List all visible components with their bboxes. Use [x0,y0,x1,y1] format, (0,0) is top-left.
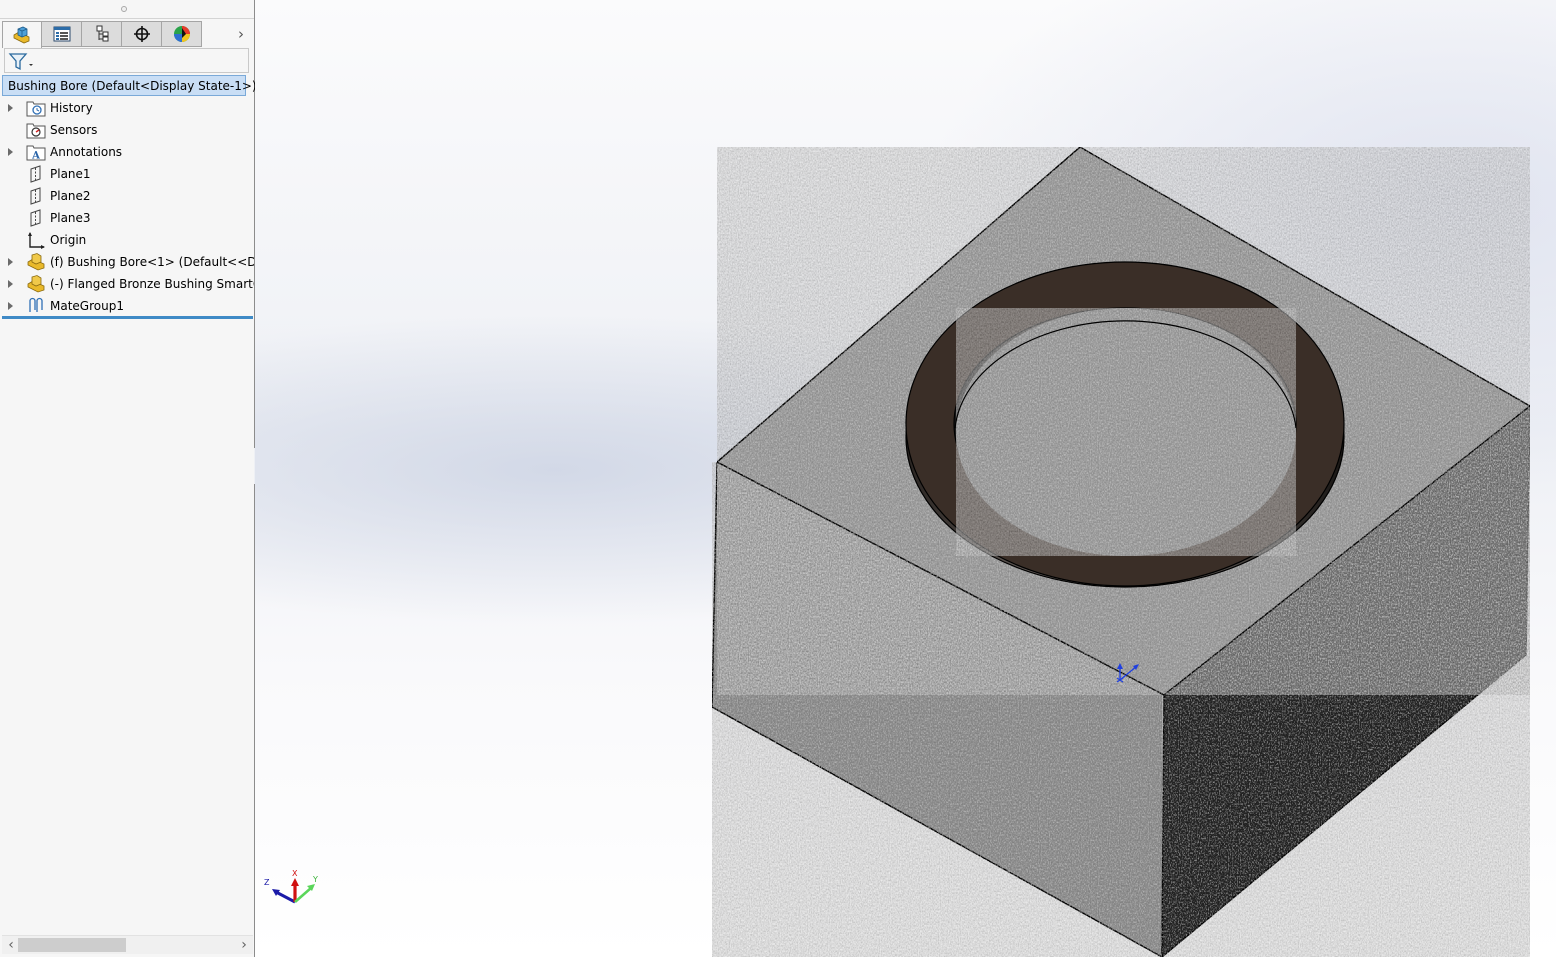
triad-z-label: Z [264,878,270,887]
tree-item-label: (-) Flanged Bronze Bushing SmartCom [50,277,254,291]
mates-icon [29,297,43,312]
tab-feature-manager[interactable] [2,21,42,48]
grip-dot [121,6,127,12]
tree-end-rollback-bar[interactable] [2,316,253,319]
expand-arrow-icon[interactable] [8,280,13,288]
triad-x-label: X [292,869,298,878]
tree-item-label: History [50,101,93,115]
tree-item-label: Plane3 [50,211,91,225]
part-icon [13,26,30,44]
reference-triad[interactable]: Z X Y [262,868,324,906]
more-tabs-chevron-icon[interactable]: › [234,25,248,43]
tree-root-label: Bushing Bore (Default<Display State-1>) [8,78,257,93]
tree-item-label: Annotations [50,145,123,159]
expand-arrow-icon[interactable] [8,258,13,266]
tree-item-plane3[interactable]: Plane3 [0,207,254,229]
expand-arrow-icon[interactable] [8,104,13,112]
tab-display-manager[interactable] [162,21,202,47]
scroll-left-icon[interactable]: ‹ [4,936,18,954]
tree-item-history[interactable]: History [0,97,254,119]
tab-property-manager[interactable] [42,21,82,47]
tab-dimxpert-manager[interactable] [122,21,162,47]
plane-icon [30,209,41,227]
scroll-right-icon[interactable]: › [237,936,251,954]
sensors-folder-icon [26,123,46,139]
svg-text:A: A [31,151,40,162]
scrollbar-thumb[interactable] [18,938,126,952]
plane-icon [30,165,41,183]
origin-icon [28,232,45,249]
expand-arrow-icon[interactable] [8,302,13,310]
tree-item-label: Plane1 [50,167,91,181]
tree-horizontal-scrollbar[interactable]: ‹ › [2,935,253,954]
plane-icon [30,187,41,205]
tree-item-component-bushing-bore[interactable]: (f) Bushing Bore<1> (Default<<Default [0,251,254,273]
component-part-icon [27,253,45,271]
history-folder-icon [26,101,46,117]
triad-y-label: Y [312,875,318,884]
component-part-icon [27,275,45,293]
tree-item-label: Origin [50,233,87,247]
tree-item-origin[interactable]: Origin [0,229,254,251]
property-manager-icon [53,26,70,42]
display-manager-icon [173,26,190,42]
graphics-viewport[interactable]: Z X Y [255,0,1556,957]
tree-item-label: MateGroup1 [50,299,124,313]
tree-filter-bar [4,48,249,73]
tree-item-label: Sensors [50,123,98,137]
filter-button[interactable] [8,52,36,71]
bore-bottom [956,308,1296,556]
tree-item-annotations[interactable]: A Annotations [0,141,254,163]
tree-item-label: (f) Bushing Bore<1> (Default<<Default [50,255,254,269]
tree-item-mategroup[interactable]: MateGroup1 [0,295,254,317]
manager-tab-bar: › [0,21,254,48]
tree-item-plane2[interactable]: Plane2 [0,185,254,207]
tree-item-label: Plane2 [50,189,91,203]
tab-configuration-manager[interactable] [82,21,122,47]
filter-icon [8,53,33,71]
tree-root-assembly[interactable]: Bushing Bore (Default<Display State-1>) [2,75,257,96]
feature-manager-panel: › Bushing Bore (Default<Display State-1>… [0,0,257,957]
configuration-manager-icon [96,25,108,42]
tree-item-plane1[interactable]: Plane1 [0,163,254,185]
part-origin-marker[interactable] [1113,658,1143,688]
tree-item-component-flanged-bushing[interactable]: (-) Flanged Bronze Bushing SmartCom [0,273,254,295]
expand-arrow-icon[interactable] [8,148,13,156]
panel-resize-grip[interactable] [0,0,254,19]
3d-model[interactable] [255,0,1556,957]
bushing[interactable] [905,261,1345,588]
annotations-folder-icon: A [26,145,46,162]
tree-item-sensors[interactable]: Sensors [0,119,254,141]
dimxpert-icon [133,26,150,42]
